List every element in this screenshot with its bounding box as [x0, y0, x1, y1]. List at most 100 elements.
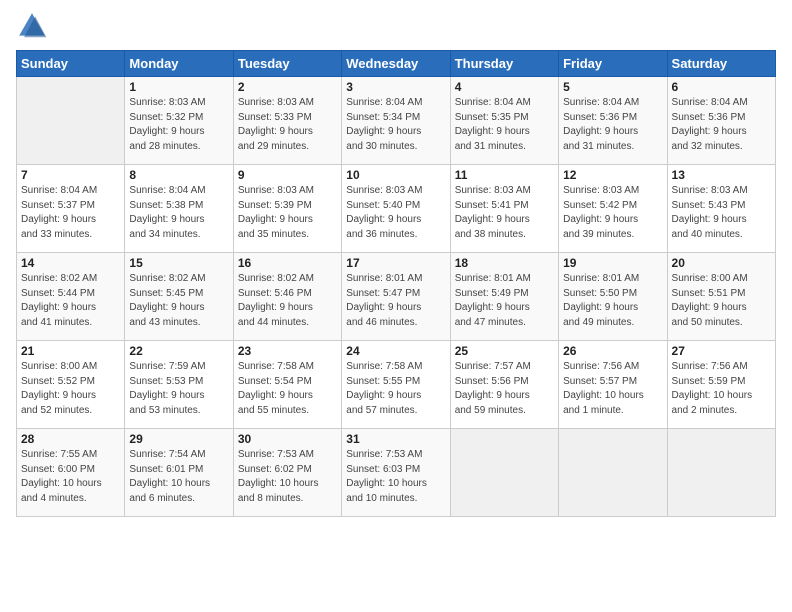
day-info: Sunrise: 8:03 AM Sunset: 5:43 PM Dayligh…: [672, 184, 771, 242]
day-header-monday: Monday: [125, 51, 233, 77]
calendar-cell: 23 Sunrise: 7:58 AM Sunset: 5:54 PM Dayli…: [233, 341, 341, 429]
calendar-cell: 15 Sunrise: 8:02 AM Sunset: 5:45 PM Dayli…: [125, 253, 233, 341]
day-number: 22: [129, 344, 228, 358]
calendar-cell: [667, 429, 775, 517]
day-number: 7: [21, 168, 120, 182]
day-header-thursday: Thursday: [450, 51, 558, 77]
day-info: Sunrise: 7:55 AM Sunset: 6:00 PM Dayligh…: [21, 448, 120, 506]
day-info: Sunrise: 8:04 AM Sunset: 5:37 PM Dayligh…: [21, 184, 120, 242]
calendar-cell: 20 Sunrise: 8:00 AM Sunset: 5:51 PM Dayli…: [667, 253, 775, 341]
calendar-cell: 5Sunrise: 8:04 AM Sunset: 5:36 PM Daylig…: [559, 77, 667, 165]
calendar-cell: [559, 429, 667, 517]
week-row-5: 28 Sunrise: 7:55 AM Sunset: 6:00 PM Dayli…: [17, 429, 776, 517]
day-number: 30: [238, 432, 337, 446]
calendar-cell: 28 Sunrise: 7:55 AM Sunset: 6:00 PM Dayli…: [17, 429, 125, 517]
day-info: Sunrise: 8:04 AM Sunset: 5:36 PM Dayligh…: [672, 96, 771, 154]
day-info: Sunrise: 7:57 AM Sunset: 5:56 PM Dayligh…: [455, 360, 554, 418]
calendar-cell: 6 Sunrise: 8:04 AM Sunset: 5:36 PM Daylig…: [667, 77, 775, 165]
calendar-cell: 17Sunrise: 8:01 AM Sunset: 5:47 PM Dayli…: [342, 253, 450, 341]
day-header-friday: Friday: [559, 51, 667, 77]
day-number: 3: [346, 80, 445, 94]
day-info: Sunrise: 7:54 AM Sunset: 6:01 PM Dayligh…: [129, 448, 228, 506]
calendar-cell: [17, 77, 125, 165]
day-info: Sunrise: 8:04 AM Sunset: 5:34 PM Dayligh…: [346, 96, 445, 154]
calendar-table: SundayMondayTuesdayWednesdayThursdayFrid…: [16, 50, 776, 517]
day-number: 18: [455, 256, 554, 270]
day-info: Sunrise: 8:02 AM Sunset: 5:46 PM Dayligh…: [238, 272, 337, 330]
day-info: Sunrise: 8:03 AM Sunset: 5:42 PM Dayligh…: [563, 184, 662, 242]
calendar-cell: 26 Sunrise: 7:56 AM Sunset: 5:57 PM Dayli…: [559, 341, 667, 429]
day-number: 24: [346, 344, 445, 358]
calendar-cell: 1 Sunrise: 8:03 AM Sunset: 5:32 PM Daylig…: [125, 77, 233, 165]
calendar-cell: 13 Sunrise: 8:03 AM Sunset: 5:43 PM Dayli…: [667, 165, 775, 253]
day-number: 8: [129, 168, 228, 182]
day-info: Sunrise: 8:03 AM Sunset: 5:32 PM Dayligh…: [129, 96, 228, 154]
day-info: Sunrise: 8:02 AM Sunset: 5:44 PM Dayligh…: [21, 272, 120, 330]
calendar-cell: 29Sunrise: 7:54 AM Sunset: 6:01 PM Dayli…: [125, 429, 233, 517]
calendar-cell: 14 Sunrise: 8:02 AM Sunset: 5:44 PM Dayli…: [17, 253, 125, 341]
day-number: 4: [455, 80, 554, 94]
day-info: Sunrise: 8:03 AM Sunset: 5:39 PM Dayligh…: [238, 184, 337, 242]
day-number: 17: [346, 256, 445, 270]
day-info: Sunrise: 8:02 AM Sunset: 5:45 PM Dayligh…: [129, 272, 228, 330]
day-number: 1: [129, 80, 228, 94]
calendar-cell: 10 Sunrise: 8:03 AM Sunset: 5:40 PM Dayli…: [342, 165, 450, 253]
day-info: Sunrise: 8:01 AM Sunset: 5:50 PM Dayligh…: [563, 272, 662, 330]
calendar-cell: 2 Sunrise: 8:03 AM Sunset: 5:33 PM Daylig…: [233, 77, 341, 165]
day-info: Sunrise: 8:04 AM Sunset: 5:36 PM Dayligh…: [563, 96, 662, 154]
day-number: 27: [672, 344, 771, 358]
day-info: Sunrise: 8:04 AM Sunset: 5:35 PM Dayligh…: [455, 96, 554, 154]
day-number: 10: [346, 168, 445, 182]
calendar-cell: 31 Sunrise: 7:53 AM Sunset: 6:03 PM Dayli…: [342, 429, 450, 517]
day-info: Sunrise: 7:56 AM Sunset: 5:59 PM Dayligh…: [672, 360, 771, 418]
calendar-cell: 18Sunrise: 8:01 AM Sunset: 5:49 PM Dayli…: [450, 253, 558, 341]
day-number: 11: [455, 168, 554, 182]
day-number: 28: [21, 432, 120, 446]
header-row: SundayMondayTuesdayWednesdayThursdayFrid…: [17, 51, 776, 77]
day-number: 13: [672, 168, 771, 182]
week-row-1: 1 Sunrise: 8:03 AM Sunset: 5:32 PM Daylig…: [17, 77, 776, 165]
day-info: Sunrise: 8:00 AM Sunset: 5:52 PM Dayligh…: [21, 360, 120, 418]
calendar-cell: 8 Sunrise: 8:04 AM Sunset: 5:38 PM Daylig…: [125, 165, 233, 253]
day-info: Sunrise: 7:53 AM Sunset: 6:03 PM Dayligh…: [346, 448, 445, 506]
day-number: 20: [672, 256, 771, 270]
day-number: 2: [238, 80, 337, 94]
calendar-cell: 21 Sunrise: 8:00 AM Sunset: 5:52 PM Dayli…: [17, 341, 125, 429]
day-info: Sunrise: 8:00 AM Sunset: 5:51 PM Dayligh…: [672, 272, 771, 330]
day-info: Sunrise: 7:59 AM Sunset: 5:53 PM Dayligh…: [129, 360, 228, 418]
day-info: Sunrise: 7:53 AM Sunset: 6:02 PM Dayligh…: [238, 448, 337, 506]
day-number: 25: [455, 344, 554, 358]
day-number: 6: [672, 80, 771, 94]
day-number: 23: [238, 344, 337, 358]
calendar-cell: 12 Sunrise: 8:03 AM Sunset: 5:42 PM Dayli…: [559, 165, 667, 253]
calendar-cell: 3 Sunrise: 8:04 AM Sunset: 5:34 PM Daylig…: [342, 77, 450, 165]
day-info: Sunrise: 7:56 AM Sunset: 5:57 PM Dayligh…: [563, 360, 662, 418]
day-number: 31: [346, 432, 445, 446]
day-number: 21: [21, 344, 120, 358]
logo: [16, 10, 52, 42]
week-row-2: 7 Sunrise: 8:04 AM Sunset: 5:37 PM Daylig…: [17, 165, 776, 253]
page: SundayMondayTuesdayWednesdayThursdayFrid…: [0, 0, 792, 612]
header: [16, 10, 776, 42]
day-number: 12: [563, 168, 662, 182]
day-number: 26: [563, 344, 662, 358]
calendar-cell: 7 Sunrise: 8:04 AM Sunset: 5:37 PM Daylig…: [17, 165, 125, 253]
day-info: Sunrise: 8:03 AM Sunset: 5:41 PM Dayligh…: [455, 184, 554, 242]
day-number: 16: [238, 256, 337, 270]
calendar-cell: 27 Sunrise: 7:56 AM Sunset: 5:59 PM Dayli…: [667, 341, 775, 429]
calendar-cell: 30 Sunrise: 7:53 AM Sunset: 6:02 PM Dayli…: [233, 429, 341, 517]
day-info: Sunrise: 7:58 AM Sunset: 5:54 PM Dayligh…: [238, 360, 337, 418]
calendar-cell: 24Sunrise: 7:58 AM Sunset: 5:55 PM Dayli…: [342, 341, 450, 429]
day-number: 19: [563, 256, 662, 270]
day-info: Sunrise: 8:03 AM Sunset: 5:33 PM Dayligh…: [238, 96, 337, 154]
day-number: 15: [129, 256, 228, 270]
day-info: Sunrise: 8:04 AM Sunset: 5:38 PM Dayligh…: [129, 184, 228, 242]
calendar-cell: 19 Sunrise: 8:01 AM Sunset: 5:50 PM Dayli…: [559, 253, 667, 341]
day-header-tuesday: Tuesday: [233, 51, 341, 77]
day-number: 14: [21, 256, 120, 270]
week-row-3: 14 Sunrise: 8:02 AM Sunset: 5:44 PM Dayli…: [17, 253, 776, 341]
calendar-cell: 4 Sunrise: 8:04 AM Sunset: 5:35 PM Daylig…: [450, 77, 558, 165]
calendar-cell: 16 Sunrise: 8:02 AM Sunset: 5:46 PM Dayli…: [233, 253, 341, 341]
calendar-cell: 11 Sunrise: 8:03 AM Sunset: 5:41 PM Dayli…: [450, 165, 558, 253]
day-info: Sunrise: 8:03 AM Sunset: 5:40 PM Dayligh…: [346, 184, 445, 242]
